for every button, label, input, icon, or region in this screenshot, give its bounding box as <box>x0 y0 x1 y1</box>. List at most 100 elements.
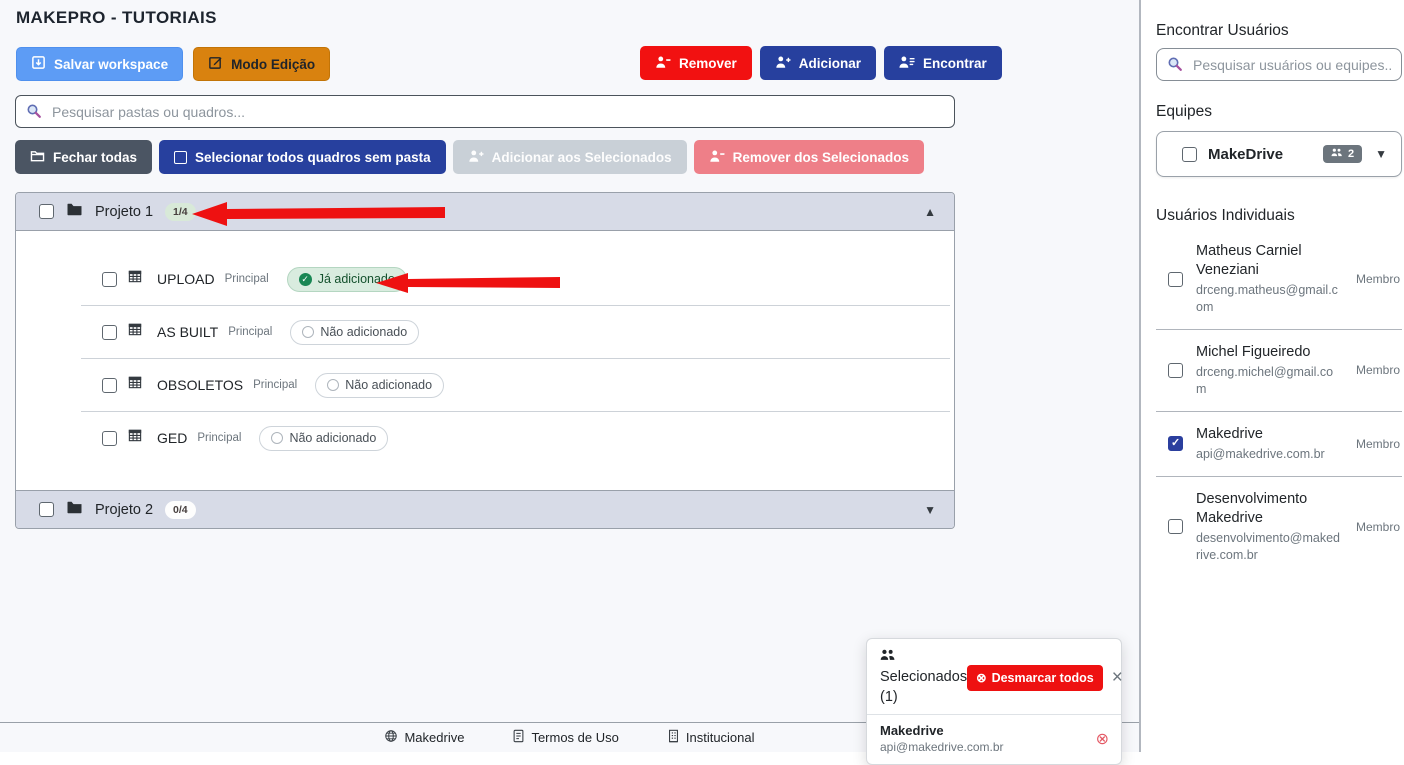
page-title: MAKEPRO - TUTORIAIS <box>16 8 217 28</box>
status-badge-not-added: Não adicionado <box>315 373 444 398</box>
footer-link-termos[interactable]: Termos de Uso <box>512 729 618 746</box>
individual-users-title: Usuários Individuais <box>1156 207 1398 225</box>
deselect-all-button[interactable]: ⊗ Desmarcar todos <box>967 665 1103 691</box>
select-all-boards-button[interactable]: Selecionar todos quadros sem pasta <box>159 140 446 174</box>
board-row-obsoletos[interactable]: OBSOLETOS Principal Não adicionado <box>16 359 954 411</box>
user-name: Makedrive <box>1196 425 1343 444</box>
selected-user-email: api@makedrive.com.br <box>880 740 1004 754</box>
user-email: drceng.michel@gmail.com <box>1196 364 1343 398</box>
empty-circle-icon <box>271 432 283 444</box>
user-email: api@makedrive.com.br <box>1196 446 1343 463</box>
team-checkbox[interactable] <box>1182 147 1197 162</box>
user-name: Matheus Carniel Veneziani <box>1196 242 1343 280</box>
status-badge-not-added: Não adicionado <box>290 320 419 345</box>
board-checkbox[interactable] <box>102 325 117 340</box>
user-role: Membro <box>1356 520 1402 534</box>
globe-icon <box>384 729 398 746</box>
folder-checkbox[interactable] <box>39 204 54 219</box>
user-role: Membro <box>1356 363 1402 377</box>
board-tag: Principal <box>253 379 297 391</box>
footer-link-institucional[interactable]: Institucional <box>667 729 755 746</box>
selected-users-panel: Selecionados (1) ⊗ Desmarcar todos × Mak… <box>866 638 1122 765</box>
people-icon <box>1331 148 1343 160</box>
search-icon <box>1167 56 1183 77</box>
board-checkbox[interactable] <box>102 431 117 446</box>
board-name: UPLOAD <box>157 271 215 287</box>
folder-name: Projeto 2 <box>95 502 153 518</box>
selected-count-label: Selecionados (1) <box>880 668 967 707</box>
board-row-ged[interactable]: GED Principal Não adicionado <box>16 412 954 464</box>
table-icon <box>127 269 143 289</box>
chevron-up-icon[interactable]: ▲ <box>924 205 936 219</box>
save-workspace-button[interactable]: Salvar workspace <box>16 47 183 81</box>
close-all-folders-button[interactable]: Fechar todas <box>15 140 152 174</box>
table-icon <box>127 375 143 395</box>
board-name: OBSOLETOS <box>157 377 243 393</box>
user-email: drceng.matheus@gmail.com <box>1196 282 1343 316</box>
user-role: Membro <box>1356 272 1402 286</box>
user-checkbox[interactable] <box>1168 363 1183 378</box>
selected-panel-header: Selecionados (1) ⊗ Desmarcar todos × <box>867 639 1121 714</box>
user-name: Desenvolvimento Makedrive <box>1196 490 1343 528</box>
people-list-icon <box>899 55 915 72</box>
person-minus-icon <box>709 149 725 166</box>
folder-icon <box>66 202 83 221</box>
board-checkbox[interactable] <box>102 378 117 393</box>
empty-circle-icon <box>327 379 339 391</box>
add-button[interactable]: Adicionar <box>760 46 876 80</box>
user-actions-toolbar: Remover Adicionar Encontrar <box>640 46 1002 80</box>
user-row-matheus[interactable]: Matheus Carniel Veneziani drceng.matheus… <box>1156 229 1402 329</box>
find-button[interactable]: Encontrar <box>884 46 1002 80</box>
folder-icon <box>30 149 45 165</box>
board-tag: Principal <box>228 326 272 338</box>
selected-user-item: Makedrive api@makedrive.com.br ⊗ <box>867 714 1121 764</box>
sidebar-title: Encontrar Usuários <box>1156 22 1398 40</box>
remove-selected-user-icon[interactable]: ⊗ <box>1096 729 1109 749</box>
user-list: Matheus Carniel Veneziani drceng.matheus… <box>1156 229 1402 577</box>
folders-accordion: Projeto 1 1/4 ▲ UPLOAD Principal ✓ Já ad… <box>15 192 955 529</box>
workspace-toolbar: Salvar workspace Modo Edição <box>16 47 330 81</box>
folder-header-projeto-1[interactable]: Projeto 1 1/4 ▲ <box>16 193 954 231</box>
chevron-down-icon[interactable]: ▼ <box>1375 147 1387 161</box>
footer-link-makedrive[interactable]: Makedrive <box>384 729 464 746</box>
user-checkbox-checked[interactable] <box>1168 436 1183 451</box>
board-tag: Principal <box>225 273 269 285</box>
folder-name: Projeto 1 <box>95 204 153 220</box>
folder-count-badge: 0/4 <box>165 501 196 519</box>
board-search <box>15 95 955 128</box>
user-search <box>1156 48 1402 81</box>
selected-user-name: Makedrive <box>880 723 1004 738</box>
user-email: desenvolvimento@makedrive.com.br <box>1196 530 1343 564</box>
add-to-selected-button[interactable]: Adicionar aos Selecionados <box>453 140 687 174</box>
person-plus-icon <box>468 149 484 166</box>
people-icon <box>880 648 896 665</box>
folder-checkbox[interactable] <box>39 502 54 517</box>
board-row-upload[interactable]: UPLOAD Principal ✓ Já adicionado <box>16 253 954 305</box>
user-search-input[interactable] <box>1156 48 1402 81</box>
chevron-down-icon[interactable]: ▼ <box>924 503 936 517</box>
document-icon <box>512 729 525 746</box>
board-tag: Principal <box>197 432 241 444</box>
user-name: Michel Figueiredo <box>1196 343 1343 362</box>
team-card-makedrive[interactable]: MakeDrive 2 ▼ <box>1156 131 1402 177</box>
edit-mode-button[interactable]: Modo Edição <box>193 47 330 81</box>
circle-x-icon: ⊗ <box>976 670 986 685</box>
user-checkbox[interactable] <box>1168 272 1183 287</box>
empty-circle-icon <box>302 326 314 338</box>
user-checkbox[interactable] <box>1168 519 1183 534</box>
board-list: UPLOAD Principal ✓ Já adicionado AS BUIL… <box>16 231 954 490</box>
board-search-input[interactable] <box>15 95 955 128</box>
folder-header-projeto-2[interactable]: Projeto 2 0/4 ▼ <box>16 490 954 528</box>
team-member-count-badge: 2 <box>1323 145 1362 163</box>
remove-button[interactable]: Remover <box>640 46 752 80</box>
user-row-makedrive[interactable]: Makedrive api@makedrive.com.br Membro <box>1156 411 1402 476</box>
user-row-michel[interactable]: Michel Figueiredo drceng.michel@gmail.co… <box>1156 329 1402 411</box>
remove-from-selected-button[interactable]: Remover dos Selecionados <box>694 140 924 174</box>
team-name: MakeDrive <box>1208 146 1283 163</box>
board-checkbox[interactable] <box>102 272 117 287</box>
table-icon <box>127 322 143 342</box>
user-row-desenvolvimento[interactable]: Desenvolvimento Makedrive desenvolviment… <box>1156 476 1402 577</box>
board-row-as-built[interactable]: AS BUILT Principal Não adicionado <box>16 306 954 358</box>
close-icon[interactable]: × <box>1112 668 1123 687</box>
checkbox-outline-icon <box>174 151 187 164</box>
